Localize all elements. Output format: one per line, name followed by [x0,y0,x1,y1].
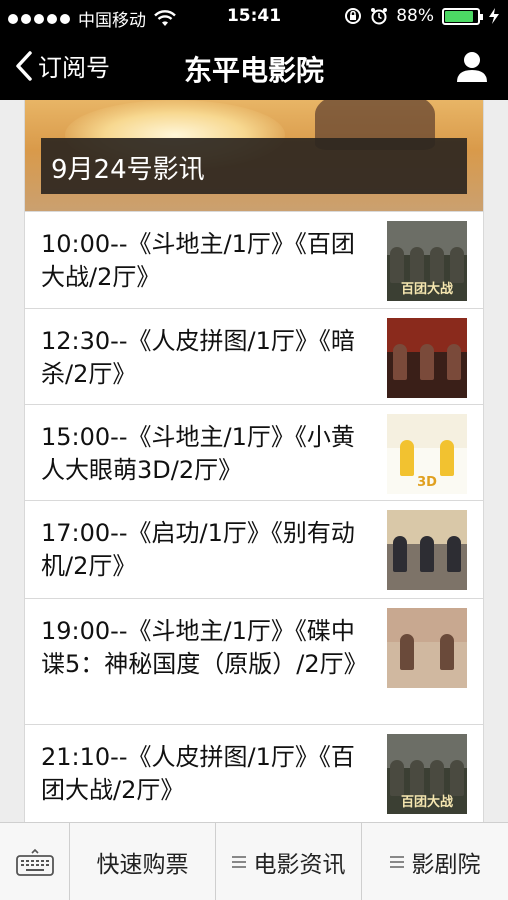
battery-percent: 88% [396,6,434,26]
user-icon[interactable] [454,48,490,84]
keyboard-toggle-button[interactable] [0,823,70,900]
charging-bolt-icon [489,8,499,24]
film-list: 10:00--《斗地主/1厅》《百团大战/2厅》 百团大战 12:30--《人皮… [25,211,483,822]
film-schedule-text: 19:00--《斗地主/1厅》《碟中谍5：神秘国度（原版）/2厅》 [41,617,368,678]
poster-title: 百团大战 [400,795,453,810]
film-schedule-text: 17:00--《启功/1厅》《别有动机/2厅》 [41,519,355,580]
alarm-icon [371,8,388,25]
film-poster-thumbnail [387,510,467,590]
film-poster-thumbnail: 百团大战 [387,221,467,301]
tab-label: 电影资讯 [253,852,346,878]
status-bar: 中国移动 15:41 88% [0,0,508,34]
status-right: 88% [344,6,500,26]
film-item[interactable]: 19:00--《斗地主/1厅》《碟中谍5：神秘国度（原版）/2厅》 [25,598,483,724]
film-item[interactable]: 15:00--《斗地主/1厅》《小黄人大眼萌3D/2厅》 3D [25,404,483,500]
tab-label: 快速购票 [96,852,189,878]
film-schedule-text: 10:00--《斗地主/1厅》《百团大战/2厅》 [41,230,355,291]
banner-caption: 9月24号影讯 [41,138,467,194]
poster-title: 百团大战 [400,282,453,297]
film-poster-thumbnail: 百团大战 [387,734,467,814]
poster-title: 3D [417,475,437,490]
keyboard-icon [15,848,54,876]
tab-label: 影剧院 [411,852,481,878]
menu-lines-icon [389,856,404,868]
film-poster-thumbnail [387,318,467,398]
film-schedule-text: 12:30--《人皮拼图/1厅》《暗杀/2厅》 [41,327,355,388]
rotation-lock-icon [345,8,362,24]
bottom-menu-bar: 快速购票 电影资讯 影剧院 [0,822,508,900]
film-item[interactable]: 21:10--《人皮拼图/1厅》《百团大战/2厅》 百团大战 [25,724,483,822]
film-item[interactable]: 17:00--《启功/1厅》《别有动机/2厅》 [25,500,483,598]
menu-lines-icon [231,856,246,868]
film-item[interactable]: 12:30--《人皮拼图/1厅》《暗杀/2厅》 [25,308,483,404]
tab-movie-news[interactable]: 电影资讯 [216,823,362,900]
article-content[interactable]: 9月24号影讯 10:00--《斗地主/1厅》《百团大战/2厅》 百团大战 12… [24,100,484,822]
film-poster-thumbnail [387,608,467,688]
page-title: 东平电影院 [183,54,324,87]
film-item[interactable]: 10:00--《斗地主/1厅》《百团大战/2厅》 百团大战 [25,211,483,308]
film-schedule-text: 15:00--《斗地主/1厅》《小黄人大眼萌3D/2厅》 [41,423,355,484]
battery-fill [445,10,474,22]
battery-icon [442,7,483,25]
film-poster-thumbnail: 3D [387,414,467,494]
nav-bar: 订阅号 东平电影院 [0,34,508,100]
tab-quick-ticket[interactable]: 快速购票 [70,823,216,900]
banner-image: 9月24号影讯 [25,100,483,211]
tab-theater[interactable]: 影剧院 [362,823,508,900]
film-schedule-text: 21:10--《人皮拼图/1厅》《百团大战/2厅》 [41,743,355,804]
